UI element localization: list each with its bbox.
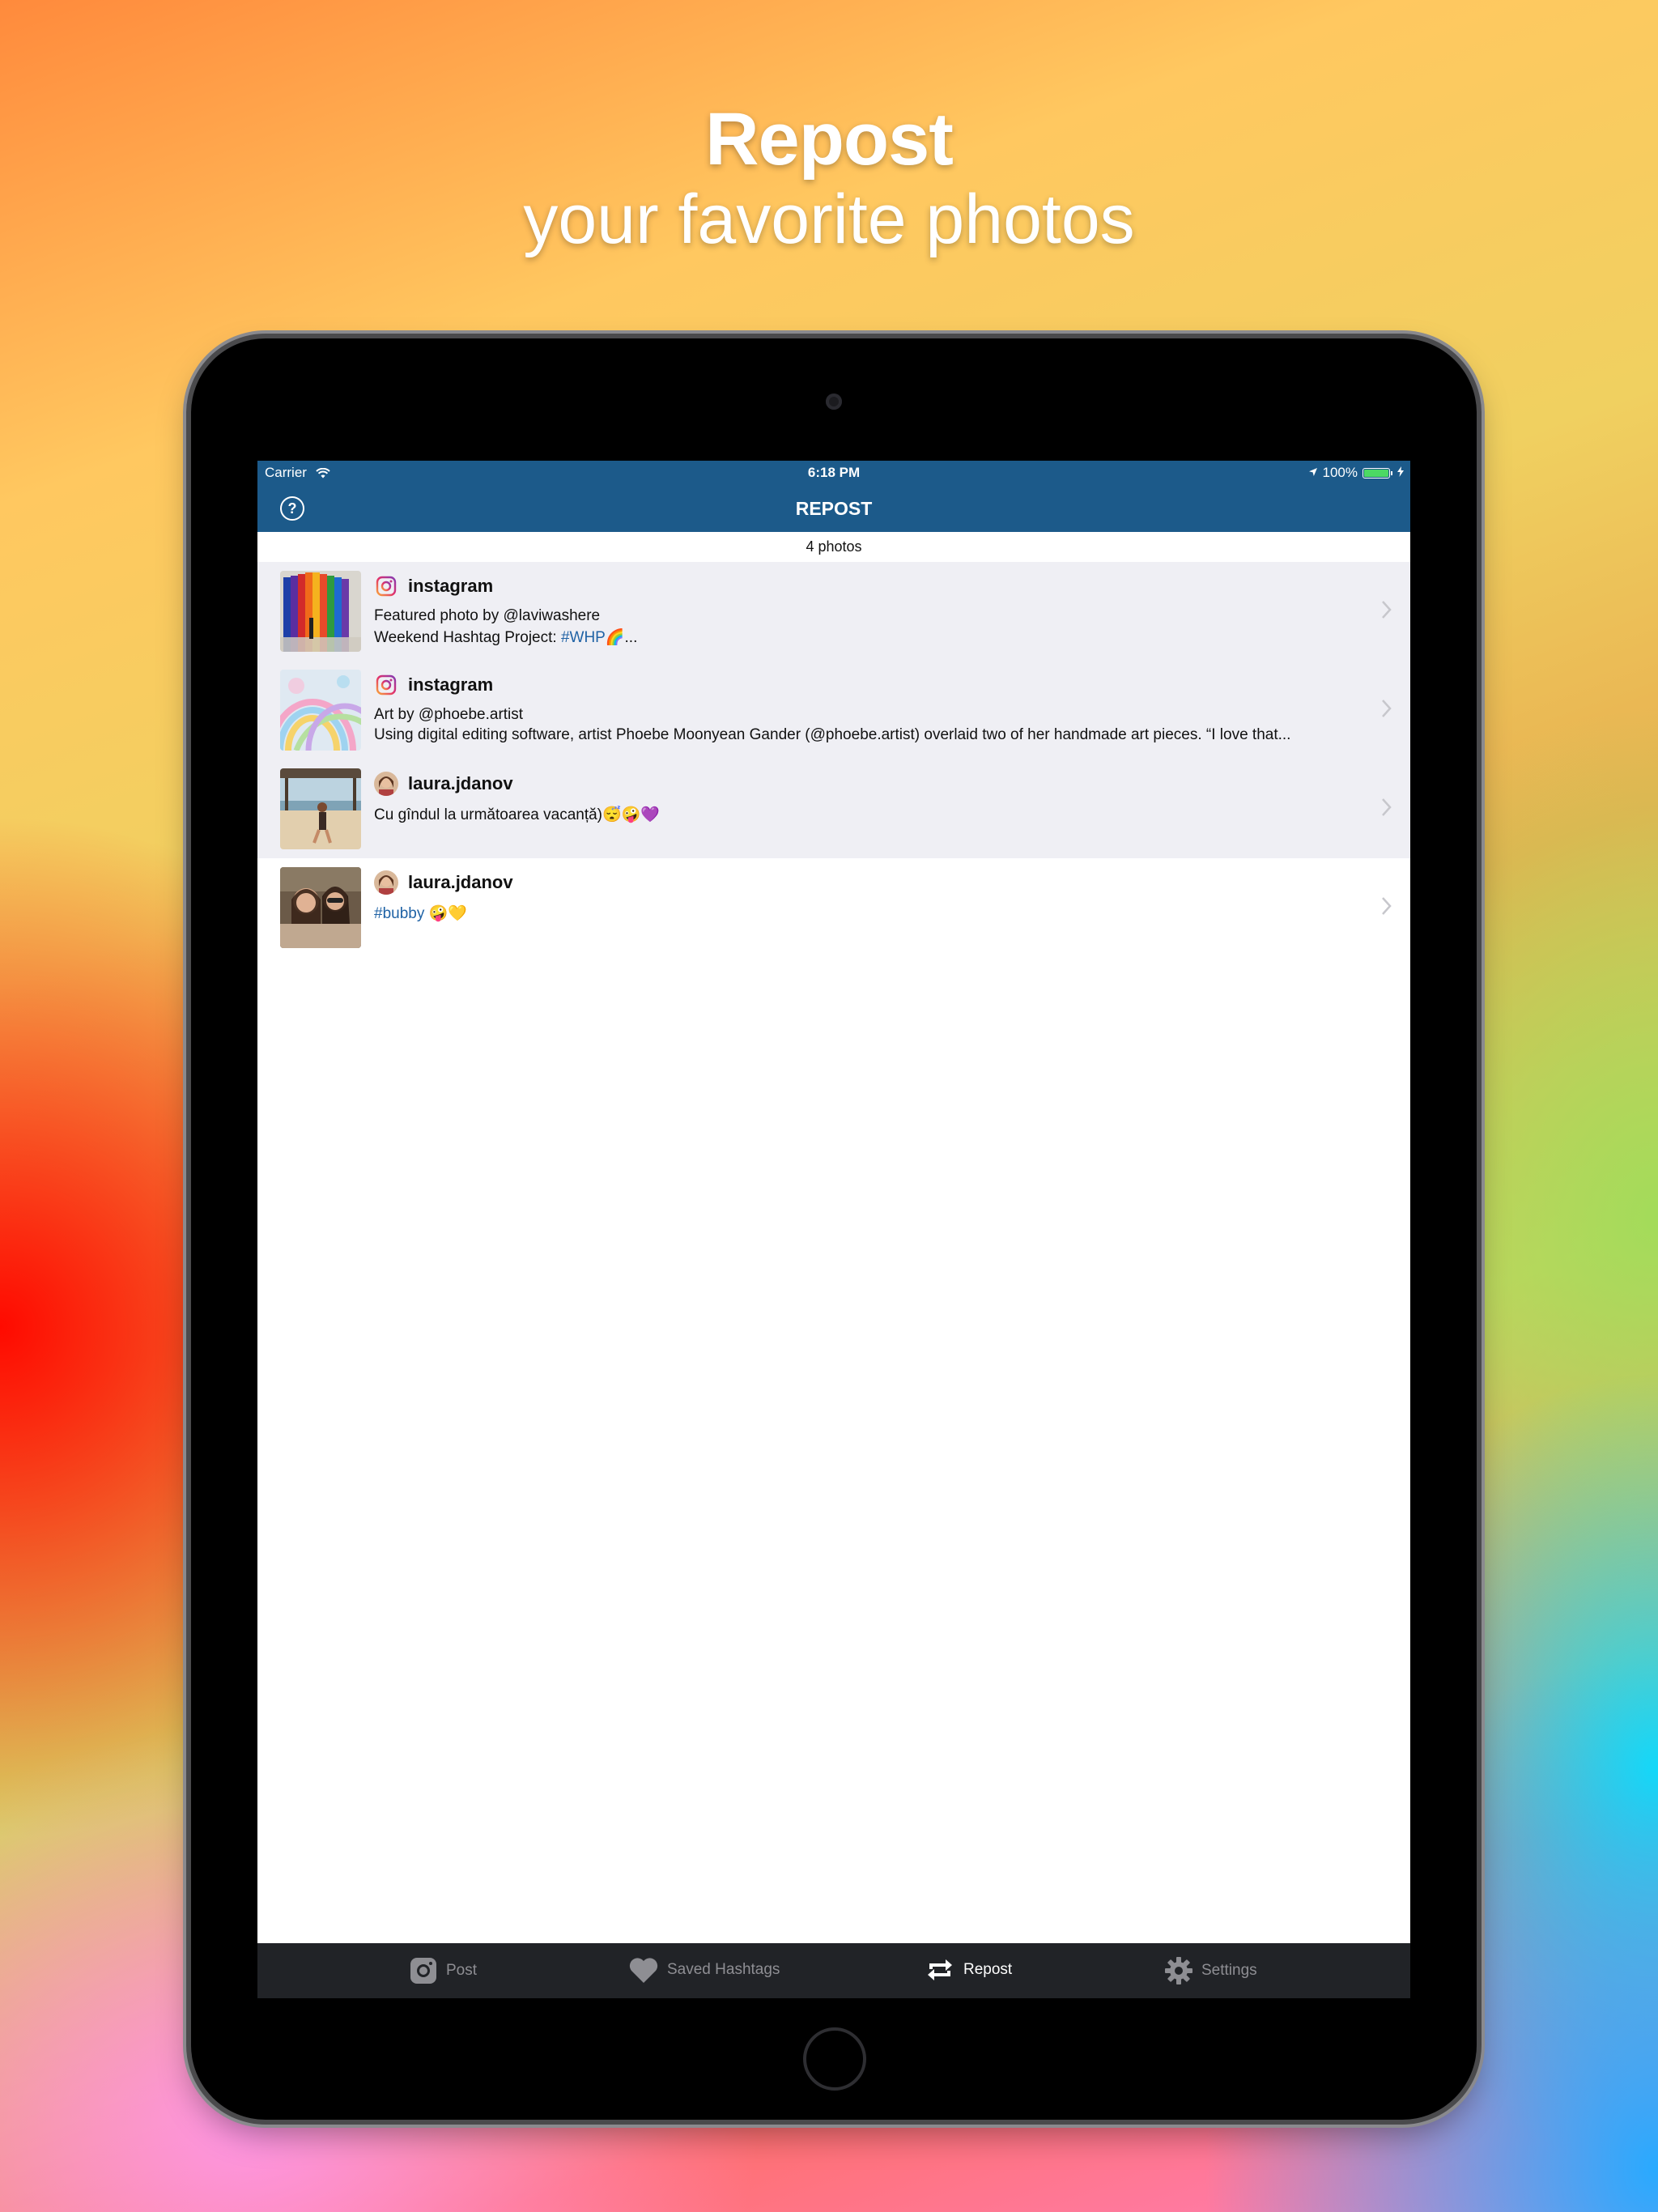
heart-icon xyxy=(629,1958,658,1983)
instagram-logo-icon xyxy=(374,673,398,697)
hashtag-link[interactable]: #WHP xyxy=(561,629,606,646)
list-item[interactable]: instagram Featured photo by @laviwashere… xyxy=(257,562,1410,661)
photo-list: instagram Featured photo by @laviwashere… xyxy=(257,562,1410,957)
status-bar: Carrier 6:18 PM 100% xyxy=(257,461,1410,483)
post-caption-line1: Cu gîndul la următoarea vacanță)😴🤪💜 xyxy=(374,806,660,823)
post-caption-line1: Art by @phoebe.artist xyxy=(374,706,524,723)
battery-level xyxy=(1364,469,1388,477)
list-item[interactable]: laura.jdanov Cu gîndul la următoarea vac… xyxy=(257,759,1410,858)
chevron-right-icon xyxy=(1382,601,1392,619)
front-camera xyxy=(826,393,842,410)
post-username: laura.jdanov xyxy=(408,872,513,892)
camera-icon xyxy=(410,1958,436,1984)
tab-label: Saved Hashtags xyxy=(667,1961,780,1978)
list-item[interactable]: laura.jdanov #bubby 🤪💛 xyxy=(257,858,1410,957)
user-avatar xyxy=(374,870,398,895)
home-button[interactable] xyxy=(803,2027,866,2091)
list-item[interactable]: instagram Art by @phoebe.artist Using di… xyxy=(257,661,1410,759)
repost-icon xyxy=(928,1959,952,1980)
photo-count: 4 photos xyxy=(257,532,1410,562)
app-screen: Carrier 6:18 PM 100% ? REPOST 4 photos i… xyxy=(257,461,1410,1998)
post-username: laura.jdanov xyxy=(408,773,513,793)
post-thumbnail xyxy=(280,867,361,948)
tab-label: Repost xyxy=(963,1961,1013,1978)
tab-post[interactable]: Post xyxy=(409,1956,477,1985)
tab-bar: Post Saved Hashtags Repost Settings xyxy=(257,1943,1410,1998)
chevron-right-icon xyxy=(1382,798,1392,816)
post-username: instagram xyxy=(408,674,494,695)
gear-icon xyxy=(1165,1957,1192,1984)
promo-title: Repost xyxy=(705,98,954,181)
ipad-frame: Carrier 6:18 PM 100% ? REPOST 4 photos i… xyxy=(191,338,1477,2120)
tab-saved-hashtags[interactable]: Saved Hashtags xyxy=(628,1956,780,1984)
user-avatar xyxy=(374,772,398,796)
post-caption-line2: Weekend Hashtag Project: #WHP🌈... xyxy=(374,627,637,647)
post-thumbnail xyxy=(280,768,361,849)
post-caption-line1: #bubby 🤪💛 xyxy=(374,904,467,923)
status-time: 6:18 PM xyxy=(807,465,861,480)
post-thumbnail xyxy=(280,670,361,751)
caption-text: Weekend Hashtag Project: xyxy=(374,629,561,646)
tab-label: Settings xyxy=(1201,1962,1257,1979)
charging-bolt-icon xyxy=(1397,465,1404,481)
battery-icon xyxy=(1363,467,1390,479)
instagram-logo-icon xyxy=(374,574,398,598)
promo-subtitle: your favorite photos xyxy=(523,181,1135,258)
hashtag-link[interactable]: #bubby xyxy=(374,905,424,922)
caption-tail: 🤪💛 xyxy=(424,905,467,922)
post-thumbnail xyxy=(280,571,361,652)
chevron-right-icon xyxy=(1382,700,1392,717)
post-caption-line2: Using digital editing software, artist P… xyxy=(374,726,1291,743)
post-username: instagram xyxy=(408,576,494,596)
page-title: REPOST xyxy=(795,498,873,519)
caption-tail: 🌈... xyxy=(605,629,638,646)
tab-settings[interactable]: Settings xyxy=(1164,1956,1257,1985)
tab-repost[interactable]: Repost xyxy=(925,1956,1012,1984)
navigation-bar: ? REPOST xyxy=(257,483,1410,532)
battery-tip xyxy=(1391,470,1392,475)
chevron-right-icon xyxy=(1382,897,1392,915)
tab-label: Post xyxy=(446,1962,478,1979)
battery-percent: 100% xyxy=(1322,465,1358,480)
post-caption-line1: Featured photo by @laviwashere xyxy=(374,607,601,624)
location-arrow-icon xyxy=(1308,465,1318,481)
